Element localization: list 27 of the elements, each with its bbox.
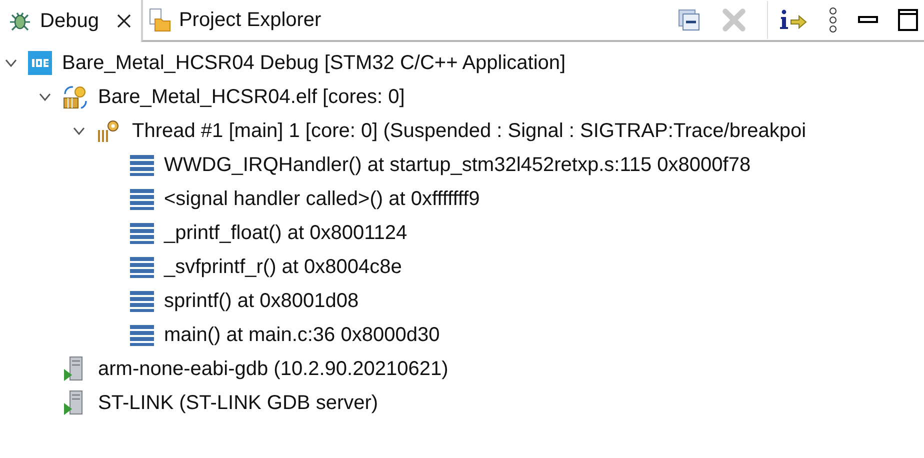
- tree-item[interactable]: Bare_Metal_HCSR04.elf [cores: 0]: [98, 86, 405, 108]
- view-tab[interactable]: Project Explorer: [140, 0, 332, 42]
- stack-frame-icon: [130, 221, 154, 245]
- tree-item[interactable]: <signal handler called>() at 0xfffffff9: [164, 188, 480, 210]
- tree-item[interactable]: ST-LINK (ST-LINK GDB server): [98, 392, 378, 414]
- tree-item[interactable]: main() at main.c:36 0x8000d30: [164, 324, 440, 346]
- ide-icon: [28, 51, 52, 75]
- tree-item[interactable]: Bare_Metal_HCSR04 Debug [STM32 C/C++ Application]: [62, 52, 566, 74]
- stack-frame-icon: [130, 255, 154, 279]
- close-icon[interactable]: [116, 14, 131, 28]
- tree-item[interactable]: sprintf() at 0x8001d08: [164, 290, 359, 312]
- tree-item[interactable]: Thread #1 [main] 1 [core: 0] (Suspended : Signal : SIGTRAP:Trace/breakpoi: [132, 120, 806, 142]
- tree-item[interactable]: _printf_float() at 0x8001124: [164, 222, 408, 244]
- tree-item[interactable]: WWDG_IRQHandler() at startup_stm32l452retxp.s:115 0x8000f78: [164, 154, 751, 176]
- tree-item[interactable]: arm-none-eabi-gdb (10.2.90.20210621): [98, 358, 448, 380]
- info-arrow-icon[interactable]: [778, 8, 808, 32]
- folder-document-icon: [146, 8, 171, 32]
- minimize-icon[interactable]: [858, 16, 878, 24]
- stack-frame-icon: [130, 187, 154, 211]
- collapse-all-icon[interactable]: [677, 8, 701, 32]
- maximize-icon[interactable]: [898, 9, 918, 31]
- stack-frame-icon: [130, 289, 154, 313]
- stack-frame-icon: [130, 323, 154, 347]
- binary-gear-icon: [62, 84, 88, 110]
- stack-frame-icon: [130, 153, 154, 177]
- tree-item[interactable]: _svfprintf_r() at 0x8004c8e: [164, 256, 402, 278]
- menu-icon[interactable]: [828, 7, 838, 33]
